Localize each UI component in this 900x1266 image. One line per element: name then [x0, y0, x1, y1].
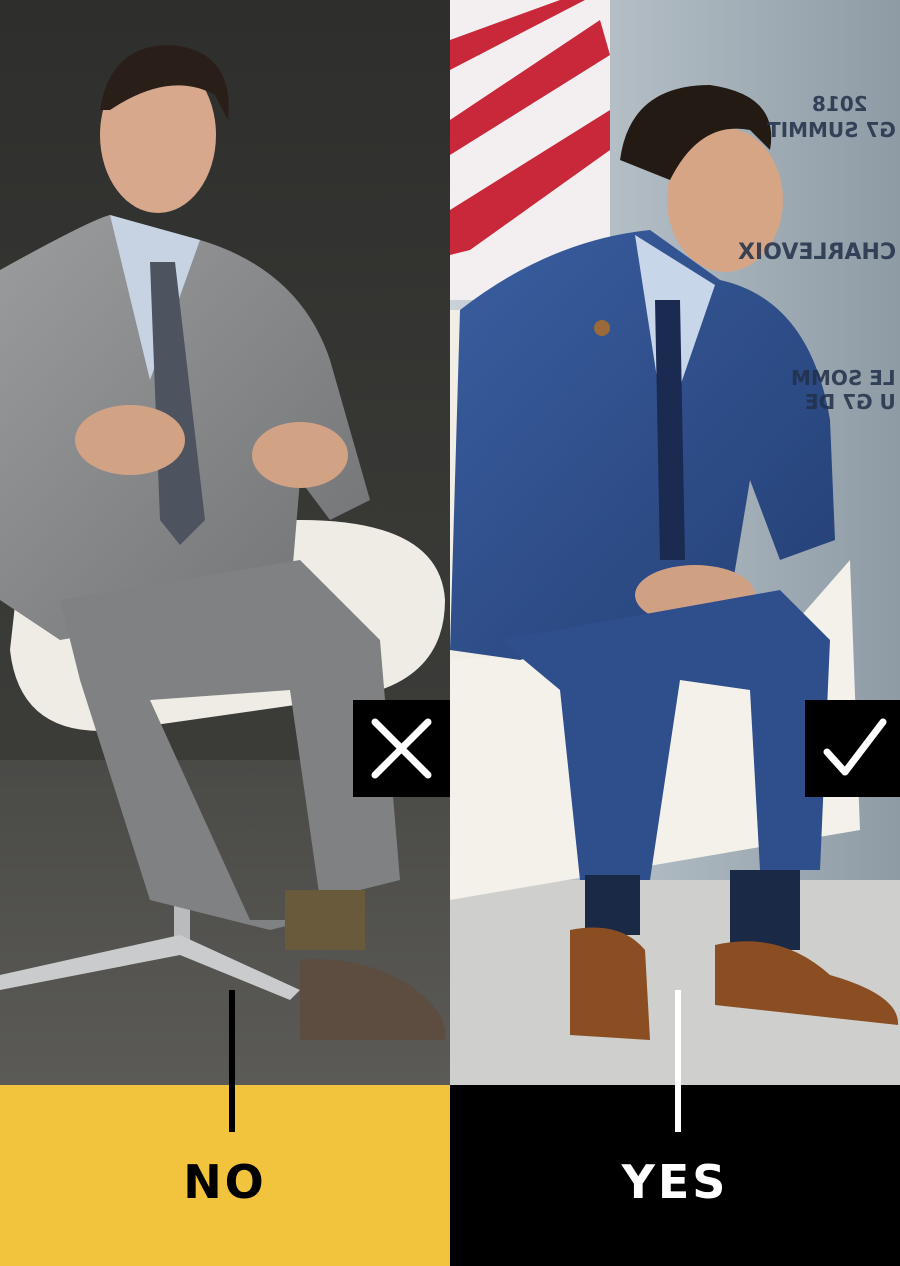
backdrop-location: CHARLEVOIX — [737, 240, 896, 265]
lapel-pin — [594, 320, 610, 336]
comparison-graphic: NO 2018 G7 SUMMIT CHARLEVOIX LE SOMM U G… — [0, 0, 900, 1266]
grey-suit-illustration — [0, 0, 450, 1085]
left-panel-no: NO — [0, 0, 450, 1266]
checkmark-icon — [805, 700, 900, 797]
patterned-socks — [285, 890, 365, 950]
backdrop-french-2: U G7 DE — [805, 390, 896, 414]
no-pointer-line — [229, 990, 235, 1132]
yes-pointer-line — [675, 990, 681, 1132]
blue-suit-photo: 2018 G7 SUMMIT CHARLEVOIX LE SOMM U G7 D… — [450, 0, 900, 1085]
yes-label: YES — [621, 1155, 729, 1209]
no-label: NO — [183, 1155, 267, 1209]
right-panel-yes: 2018 G7 SUMMIT CHARLEVOIX LE SOMM U G7 D… — [450, 0, 900, 1266]
backdrop-year: 2018 — [812, 92, 868, 116]
backdrop-summit: G7 SUMMIT — [767, 118, 896, 142]
moose-socks — [585, 875, 640, 935]
brown-shoe-left — [570, 927, 650, 1040]
grey-suit-photo — [0, 0, 450, 1085]
x-mark-icon — [353, 700, 450, 797]
tie — [655, 300, 685, 560]
moose-socks-right — [730, 870, 800, 950]
backdrop-french-1: LE SOMM — [791, 366, 896, 390]
blue-suit-illustration — [450, 0, 900, 1085]
